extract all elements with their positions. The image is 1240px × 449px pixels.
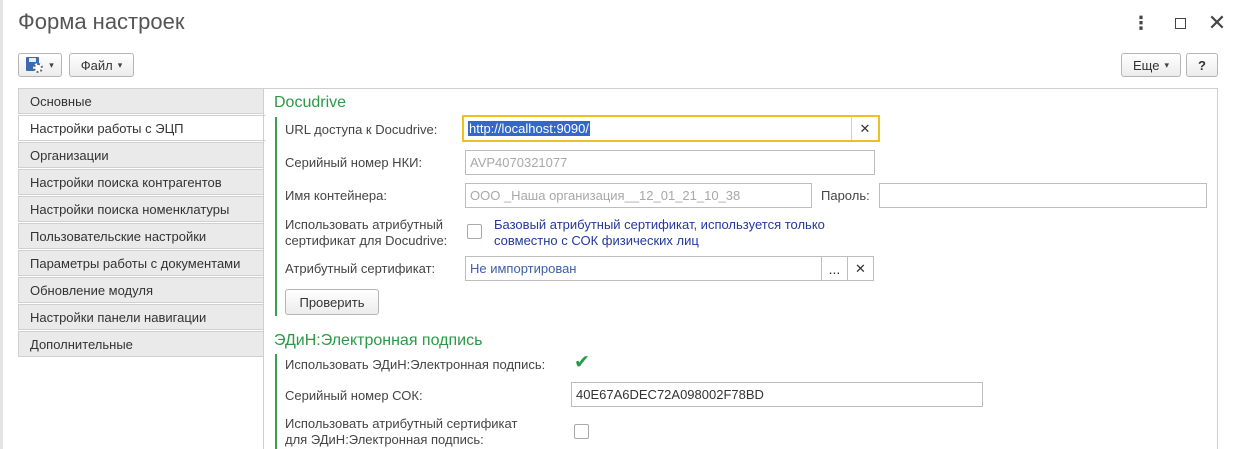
- maximize-icon[interactable]: [1170, 12, 1190, 34]
- nav-item-eds-settings[interactable]: Настройки работы с ЭЦП: [18, 115, 266, 141]
- edin-attr-cert-label-line1: Использовать атрибутный сертификат: [285, 416, 518, 431]
- sok-serial-field[interactable]: 40E67A6DEC72A098002F78BD: [571, 382, 983, 407]
- chevron-down-icon: ▾: [1164, 59, 1169, 70]
- clear-url-icon[interactable]: ✕: [851, 117, 878, 140]
- nav-item-main[interactable]: Основные: [18, 88, 264, 114]
- docudrive-serial-label: Серийный номер НКИ:: [285, 155, 423, 170]
- password-label: Пароль:: [821, 188, 870, 203]
- use-attr-cert-label-line1: Использовать атрибутный: [285, 217, 444, 232]
- more-menu-button[interactable]: Еще ▾: [1121, 53, 1181, 77]
- use-edin-checkbox[interactable]: ✔: [574, 353, 590, 372]
- edin-attr-cert-label-line2: для ЭДиН:Электронная подпись:: [285, 432, 484, 447]
- edin-section-title: ЭДиН:Электронная подпись: [274, 332, 483, 349]
- container-name-label: Имя контейнера:: [285, 188, 387, 203]
- password-field[interactable]: [879, 183, 1207, 208]
- help-button[interactable]: ?: [1186, 53, 1218, 77]
- chevron-down-icon: ▾: [49, 59, 54, 70]
- select-attr-cert-button[interactable]: ...: [821, 256, 848, 281]
- nav-item-navigation-panel[interactable]: Настройки панели навигации: [18, 304, 264, 330]
- docudrive-section-title: Docudrive: [274, 94, 347, 111]
- nav-item-additional[interactable]: Дополнительные: [18, 331, 264, 357]
- sok-serial-label: Серийный номер СОК:: [285, 388, 423, 403]
- attr-cert-label: Атрибутный сертификат:: [285, 261, 436, 276]
- clear-attr-cert-icon[interactable]: ✕: [847, 256, 874, 281]
- chevron-down-icon: ▾: [117, 59, 123, 70]
- nav-item-module-update[interactable]: Обновление модуля: [18, 277, 264, 303]
- save-settings-icon: [26, 57, 44, 73]
- more-menu-label: Еще: [1133, 57, 1160, 73]
- file-menu-button[interactable]: Файл ▾: [69, 53, 134, 77]
- docudrive-url-label: URL доступа к Docudrive:: [285, 122, 438, 137]
- nav-item-organizations[interactable]: Организации: [18, 142, 264, 168]
- attr-cert-note-line2: совместно с СОК физических лиц: [494, 233, 699, 248]
- docudrive-section-bar: [275, 117, 277, 316]
- use-edin-label: Использовать ЭДиН:Электронная подпись:: [285, 357, 546, 372]
- docudrive-url-value: http://localhost:9090/: [468, 121, 590, 136]
- file-menu-label: Файл: [80, 57, 113, 73]
- nav-item-user-settings[interactable]: Пользовательские настройки: [18, 223, 264, 249]
- edin-section-bar: [275, 354, 277, 449]
- nav-item-nomenclature-search[interactable]: Настройки поиска номенклатуры: [18, 196, 264, 222]
- use-attr-cert-label-line2: сертификат для Docudrive:: [285, 233, 448, 248]
- nav-item-document-params[interactable]: Параметры работы с документами: [18, 250, 264, 276]
- container-name-field[interactable]: ООО _Наша организация__12_01_21_10_38: [465, 183, 812, 208]
- window-title: Форма настроек: [18, 9, 185, 34]
- nav-item-counterparty-search[interactable]: Настройки поиска контрагентов: [18, 169, 264, 195]
- save-settings-button[interactable]: ▾: [18, 53, 62, 77]
- check-button[interactable]: Проверить: [285, 289, 379, 315]
- use-attr-cert-checkbox[interactable]: [467, 224, 482, 239]
- window-left-border: [0, 0, 3, 449]
- docudrive-url-field[interactable]: http://localhost:9090/ ✕: [462, 115, 880, 142]
- attr-cert-field[interactable]: Не импортирован: [465, 256, 823, 281]
- attr-cert-note-line1: Базовый атрибутный сертификат, используе…: [494, 217, 825, 232]
- more-actions-icon[interactable]: ⋮: [1131, 12, 1151, 34]
- close-icon[interactable]: ✕: [1207, 10, 1227, 35]
- edin-attr-cert-checkbox[interactable]: [574, 424, 589, 439]
- settings-nav: Основные Настройки работы с ЭЦП Организа…: [18, 88, 266, 358]
- docudrive-serial-field[interactable]: AVP4070321077: [465, 150, 875, 175]
